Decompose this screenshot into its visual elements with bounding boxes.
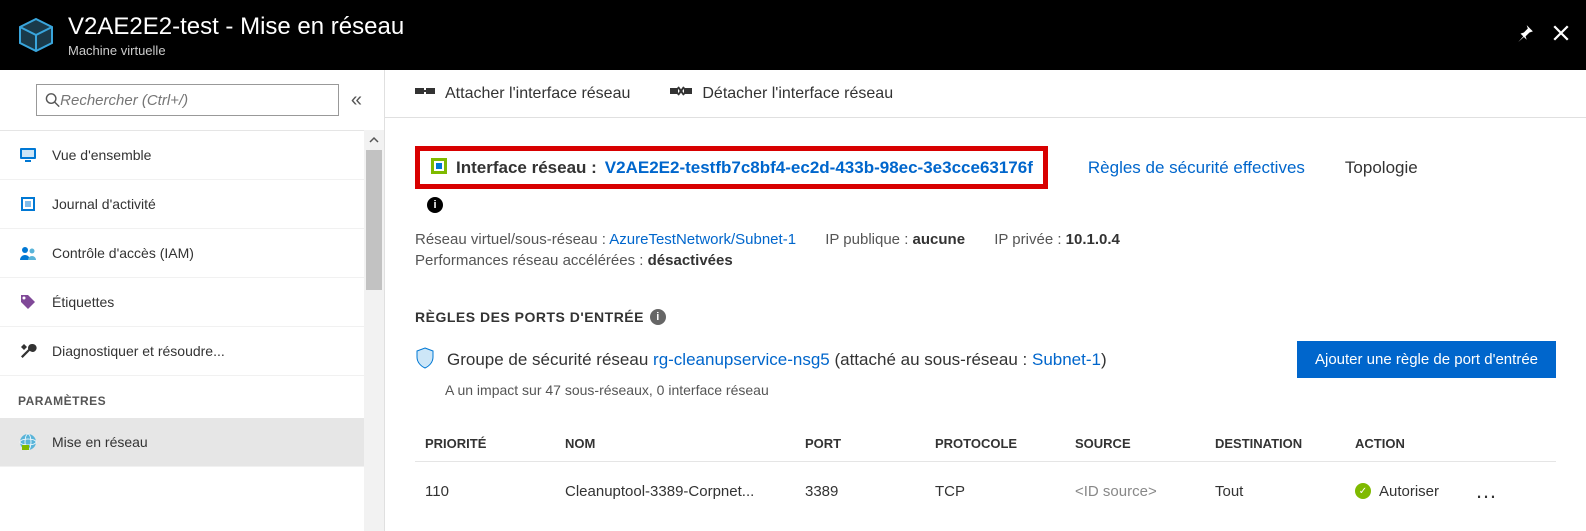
toolbar: Attacher l'interface réseau Détacher l'i… bbox=[385, 70, 1586, 118]
sidebar-item-networking[interactable]: Mise en réseau bbox=[0, 418, 364, 467]
search-icon bbox=[45, 92, 60, 108]
nic-highlight-box: Interface réseau : V2AE2E2-testfb7c8bf4-… bbox=[415, 146, 1048, 189]
sidebar-item-label: Mise en réseau bbox=[52, 434, 148, 450]
nsg-suffix2: ) bbox=[1101, 350, 1107, 369]
sidebar-item-tags[interactable]: Étiquettes bbox=[0, 278, 364, 327]
cell-destination: Tout bbox=[1215, 483, 1355, 500]
nic-icon bbox=[430, 157, 448, 178]
sidebar-scrollbar[interactable] bbox=[364, 130, 384, 531]
col-protocol: PROTOCOLE bbox=[935, 436, 1075, 451]
nic-name-link[interactable]: V2AE2E2-testfb7c8bf4-ec2d-433b-98ec-3e3c… bbox=[605, 158, 1033, 178]
log-icon bbox=[18, 194, 38, 214]
accel-value: désactivées bbox=[648, 252, 733, 269]
cell-action: ✓ Autoriser bbox=[1355, 483, 1475, 500]
sidebar-item-iam[interactable]: Contrôle d'accès (IAM) bbox=[0, 229, 364, 278]
wrench-icon bbox=[18, 341, 38, 361]
nic-label: Interface réseau : bbox=[456, 158, 597, 178]
blade-title: V2AE2E2-test - Mise en réseau bbox=[68, 13, 404, 41]
col-port: PORT bbox=[805, 436, 935, 451]
vm-cube-icon bbox=[16, 15, 56, 55]
cell-port: 3389 bbox=[805, 483, 935, 500]
info-icon[interactable]: i bbox=[427, 197, 443, 213]
cell-priority: 110 bbox=[425, 483, 565, 500]
nsg-impact-text: A un impact sur 47 sous-réseaux, 0 inter… bbox=[445, 382, 1556, 398]
sidebar: « Vue d'ensemble Journal d'activité Cont… bbox=[0, 70, 385, 531]
cell-protocol: TCP bbox=[935, 483, 1075, 500]
sidebar-item-label: Contrôle d'accès (IAM) bbox=[52, 245, 194, 261]
subnet-link[interactable]: Subnet-1 bbox=[1032, 350, 1101, 369]
sidebar-item-label: Journal d'activité bbox=[52, 196, 156, 212]
pubip-value: aucune bbox=[913, 231, 966, 248]
nsg-suffix1: (attaché au sous-réseau : bbox=[834, 350, 1027, 369]
privip-label: IP privée : bbox=[994, 231, 1061, 248]
col-name: NOM bbox=[565, 436, 805, 451]
close-icon[interactable] bbox=[1552, 24, 1570, 47]
iam-icon bbox=[18, 243, 38, 263]
info-icon[interactable]: i bbox=[650, 309, 666, 325]
vnet-label: Réseau virtuel/sous-réseau : bbox=[415, 231, 606, 248]
table-row[interactable]: 110 Cleanuptool-3389-Corpnet... 3389 TCP… bbox=[415, 461, 1556, 504]
monitor-icon bbox=[18, 145, 38, 165]
col-priority: PRIORITÉ bbox=[425, 436, 565, 451]
nsg-prefix: Groupe de sécurité réseau bbox=[447, 350, 648, 369]
effective-rules-link[interactable]: Règles de sécurité effectives bbox=[1088, 158, 1305, 178]
action-label: Autoriser bbox=[1379, 483, 1439, 500]
col-source: SOURCE bbox=[1075, 436, 1215, 451]
sidebar-item-label: Diagnostiquer et résoudre... bbox=[52, 343, 225, 359]
cell-source: <ID source> bbox=[1075, 483, 1215, 500]
blade-subtitle: Machine virtuelle bbox=[68, 43, 404, 58]
search-input-wrapper[interactable] bbox=[36, 84, 339, 116]
detach-nic-button[interactable]: Détacher l'interface réseau bbox=[670, 84, 893, 103]
vnet-link[interactable]: AzureTestNetwork/Subnet-1 bbox=[609, 231, 796, 248]
sidebar-item-activity-log[interactable]: Journal d'activité bbox=[0, 180, 364, 229]
pin-icon[interactable] bbox=[1516, 24, 1534, 47]
sidebar-section-header: PARAMÈTRES bbox=[0, 376, 364, 418]
blade-header: V2AE2E2-test - Mise en réseau Machine vi… bbox=[0, 0, 1586, 70]
sidebar-item-overview[interactable]: Vue d'ensemble bbox=[0, 131, 364, 180]
content-pane: Attacher l'interface réseau Détacher l'i… bbox=[385, 70, 1586, 531]
privip-value: 10.1.0.4 bbox=[1066, 231, 1120, 248]
sidebar-item-diagnose[interactable]: Diagnostiquer et résoudre... bbox=[0, 327, 364, 376]
pubip-label: IP publique : bbox=[825, 231, 908, 248]
rules-table-header: PRIORITÉ NOM PORT PROTOCOLE SOURCE DESTI… bbox=[415, 436, 1556, 461]
detach-icon bbox=[670, 84, 692, 103]
tag-icon bbox=[18, 292, 38, 312]
attach-icon bbox=[415, 84, 435, 103]
sidebar-item-label: Étiquettes bbox=[52, 294, 114, 310]
add-inbound-rule-button[interactable]: Ajouter une règle de port d'entrée bbox=[1297, 341, 1556, 378]
scrollbar-thumb[interactable] bbox=[366, 150, 382, 290]
search-input[interactable] bbox=[60, 92, 330, 109]
sidebar-item-label: Vue d'ensemble bbox=[52, 147, 151, 163]
globe-icon bbox=[18, 432, 38, 452]
col-destination: DESTINATION bbox=[1215, 436, 1355, 451]
accel-label: Performances réseau accélérées : bbox=[415, 252, 643, 269]
shield-icon bbox=[415, 347, 435, 372]
allow-icon: ✓ bbox=[1355, 483, 1371, 499]
attach-nic-button[interactable]: Attacher l'interface réseau bbox=[415, 84, 630, 103]
inbound-rules-title: RÈGLES DES PORTS D'ENTRÉE bbox=[415, 309, 644, 325]
attach-label: Attacher l'interface réseau bbox=[445, 85, 630, 103]
topology-link[interactable]: Topologie bbox=[1345, 158, 1418, 178]
collapse-sidebar-icon[interactable]: « bbox=[347, 85, 366, 116]
row-more-button[interactable]: … bbox=[1475, 478, 1515, 504]
scroll-up-icon[interactable] bbox=[364, 130, 384, 150]
detach-label: Détacher l'interface réseau bbox=[702, 85, 893, 103]
cell-name: Cleanuptool-3389-Corpnet... bbox=[565, 483, 805, 500]
nsg-link[interactable]: rg-cleanupservice-nsg5 bbox=[653, 350, 830, 369]
col-action: ACTION bbox=[1355, 436, 1475, 451]
